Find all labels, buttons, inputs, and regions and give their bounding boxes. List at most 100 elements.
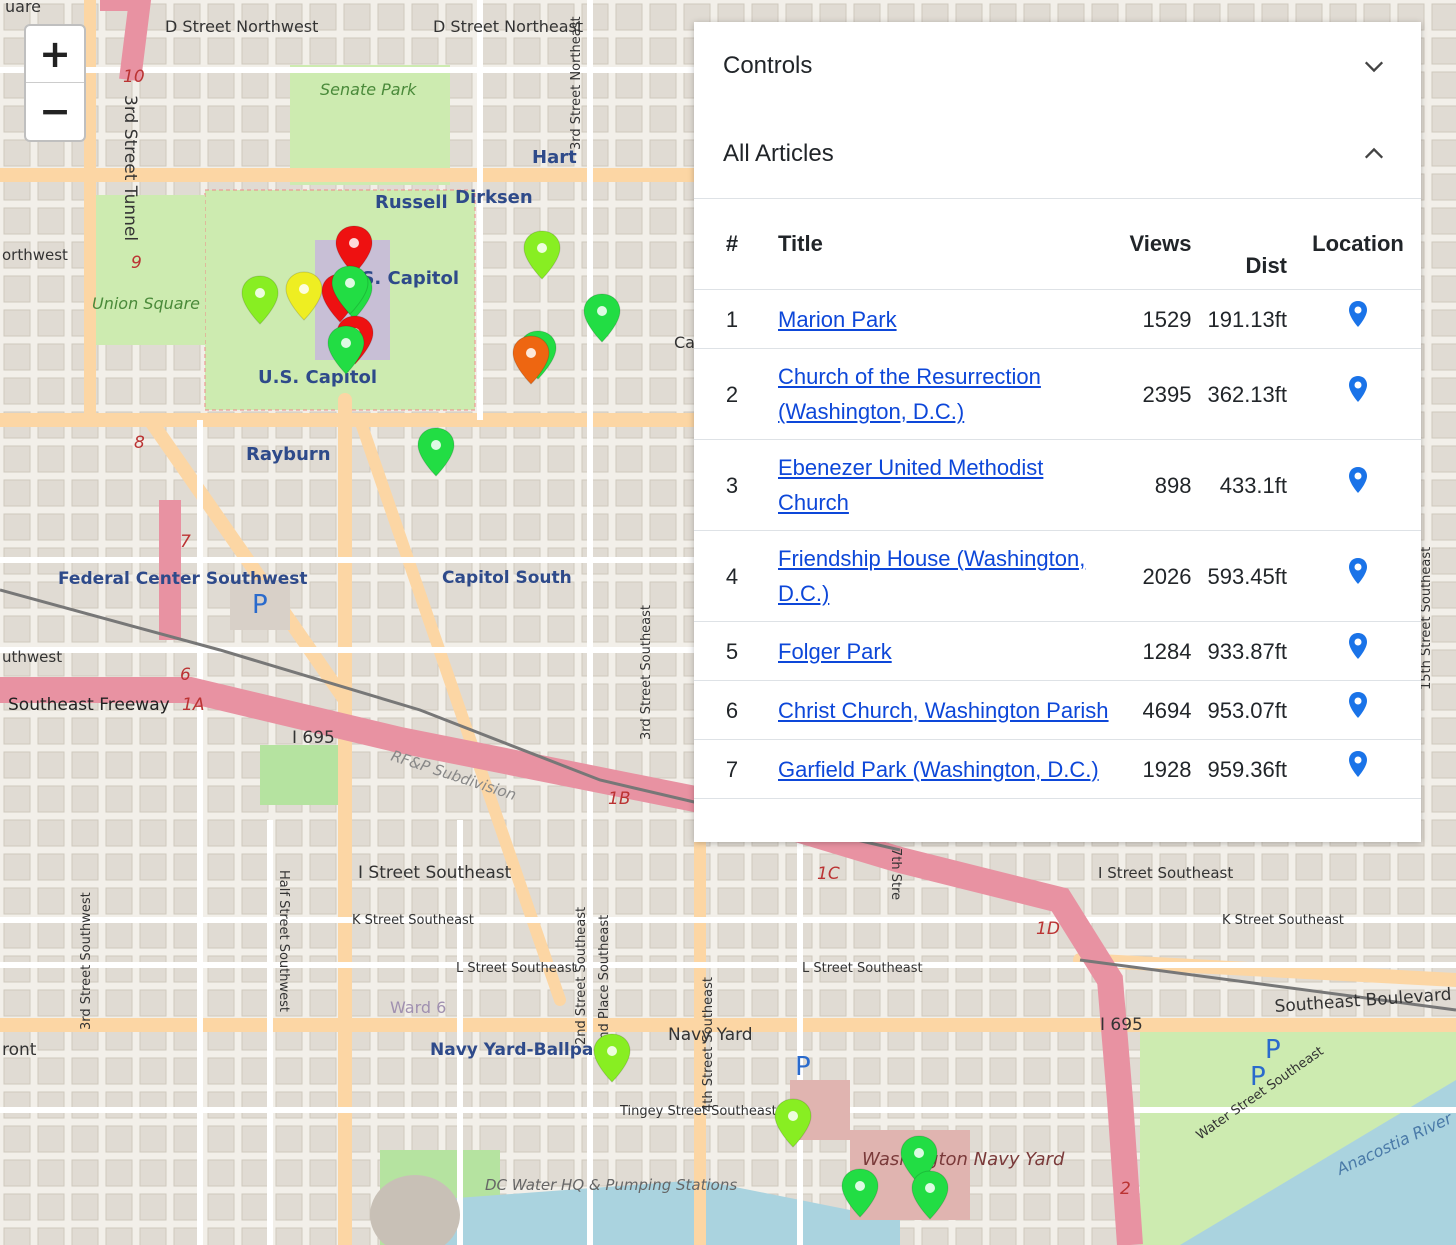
all-articles-accordion-header[interactable]: All Articles [694, 110, 1421, 198]
map-label-southwest: uthwest [2, 648, 62, 666]
row-location [1295, 439, 1421, 531]
article-link[interactable]: Church of the Resurrection (Washington, … [778, 364, 1041, 424]
map-label-dirksen: Dirksen [455, 187, 533, 208]
article-link[interactable]: Marion Park [778, 307, 897, 332]
table-row: 2 Church of the Resurrection (Washington,… [694, 348, 1421, 440]
exit-2: 2 [1120, 1179, 1131, 1199]
map-label-senate-park: Senate Park [320, 80, 417, 99]
row-num: 6 [694, 680, 770, 740]
row-num: 5 [694, 621, 770, 681]
article-link[interactable]: Ebenezer United Methodist Church [778, 455, 1043, 515]
row-num: 2 [694, 348, 770, 440]
map-label-i695-a: I 695 [292, 728, 335, 748]
location-pin-icon[interactable] [1348, 691, 1368, 719]
row-dist: 191.13ft [1199, 289, 1295, 349]
header-title: Title [770, 199, 1122, 290]
row-views: 4694 [1121, 680, 1200, 740]
article-link[interactable]: Garfield Park (Washington, D.C.) [778, 757, 1099, 782]
row-dist: 959.36ft [1199, 739, 1295, 799]
map-label-3rd-street-se: 3rd Street Southeast [639, 605, 654, 740]
row-views: 2026 [1121, 530, 1200, 622]
map-label-se-freeway: Southeast Freeway [8, 695, 170, 715]
header-dist: Dist [1199, 199, 1295, 290]
map-label-2nd-street-se: 2nd Street Southeast [574, 907, 589, 1045]
location-pin-icon[interactable] [1348, 375, 1368, 403]
article-link[interactable]: Christ Church, Washington Parish [778, 698, 1109, 723]
exit-8: 8 [134, 433, 145, 453]
map-label-tingey: Tingey Street Southeast [619, 1104, 777, 1119]
header-views: Views [1121, 199, 1200, 290]
all-articles-label: All Articles [723, 140, 834, 167]
map-label-northwest: orthwest [2, 246, 68, 264]
table-row: 6 Christ Church, Washington Parish 4694 953… [694, 680, 1421, 740]
parking-icon: P [795, 1052, 811, 1082]
map-label-7th-street: 7th Stre [888, 848, 903, 900]
map-label-3rd-street-ne: 3rd Street Northeast [569, 16, 584, 150]
map-label-ward6: Ward 6 [390, 998, 446, 1017]
map-label-russell: Russell [375, 192, 448, 213]
article-link[interactable]: Friendship House (Washington, D.C.) [778, 546, 1085, 606]
zoom-control: + − [24, 24, 86, 142]
row-views: 1529 [1121, 289, 1200, 349]
row-dist: 433.1ft [1199, 439, 1295, 531]
map-label-front: ront [2, 1040, 37, 1060]
header-location: Location [1295, 199, 1421, 290]
exit-6: 6 [180, 665, 191, 685]
row-location [1295, 289, 1421, 349]
parking-icon: P [1265, 1035, 1281, 1065]
articles-table-container[interactable]: # Title Views Dist Location 1 Marion Park… [694, 198, 1421, 843]
side-panel: Controls All Articles # Title Views Dist… [694, 22, 1421, 842]
map-label-half-street-sw: Half Street Southwest [276, 870, 291, 1012]
zoom-in-button[interactable]: + [26, 26, 84, 83]
map-label-rayburn: Rayburn [246, 444, 331, 465]
exit-1a: 1A [182, 695, 204, 715]
location-pin-icon[interactable] [1348, 557, 1368, 585]
row-num: 4 [694, 530, 770, 622]
row-location [1295, 348, 1421, 440]
parking-icon: P [252, 590, 268, 620]
table-row: 3 Ebenezer United Methodist Church 898 433.… [694, 439, 1421, 531]
map-label-square: uare [5, 0, 41, 16]
row-location [1295, 530, 1421, 622]
map-label-union-square: Union Square [92, 294, 200, 313]
location-pin-icon[interactable] [1348, 632, 1368, 660]
location-pin-icon[interactable] [1348, 300, 1368, 328]
map-label-2nd-place-se: 2nd Place Southeast [597, 915, 612, 1048]
row-location [1295, 739, 1421, 799]
exit-1b: 1B [608, 789, 630, 809]
location-pin-icon[interactable] [1348, 466, 1368, 494]
controls-accordion-header[interactable]: Controls [694, 22, 1421, 110]
row-title-cell: Garfield Park (Washington, D.C.) [770, 739, 1122, 799]
exit-1c: 1C [817, 864, 840, 884]
article-link[interactable]: Folger Park [778, 639, 892, 664]
map-label-3rd-street-sw: 3rd Street Southwest [79, 892, 94, 1030]
chevron-down-icon [1364, 61, 1384, 73]
location-pin-icon[interactable] [1348, 750, 1368, 778]
row-views: 2395 [1121, 348, 1200, 440]
map-label-i-street-se-2: I Street Southeast [1098, 864, 1233, 882]
row-dist: 593.45ft [1199, 530, 1295, 622]
map-label-d-street-ne: D Street Northeast [433, 17, 583, 36]
chevron-up-icon [1364, 147, 1384, 159]
zoom-out-button[interactable]: − [26, 83, 84, 139]
map-label-l-street-se-2: L Street Southeast [802, 961, 923, 976]
row-views: 1284 [1121, 621, 1200, 681]
table-row: 1 Marion Park 1529 191.13ft [694, 289, 1421, 349]
row-title-cell: Church of the Resurrection (Washington, … [770, 348, 1122, 440]
map-label-k-street-se-2: K Street Southeast [1222, 913, 1344, 928]
map-label-3rd-street-tunnel: 3rd Street Tunnel [120, 95, 140, 241]
map-label-i-street-se: I Street Southeast [358, 863, 512, 883]
map-label-capitol-south: Capitol South [442, 568, 572, 588]
row-views: 1928 [1121, 739, 1200, 799]
row-location [1295, 621, 1421, 681]
table-row: 4 Friendship House (Washington, D.C.) 2026… [694, 530, 1421, 622]
map-label-15th-street-se: 15th Street Southeast [1419, 547, 1434, 690]
row-dist: 362.13ft [1199, 348, 1295, 440]
row-title-cell: Christ Church, Washington Parish [770, 680, 1122, 740]
map-label-ca: Ca [674, 333, 695, 352]
row-title-cell: Marion Park [770, 289, 1122, 349]
row-title-cell: Ebenezer United Methodist Church [770, 439, 1122, 531]
map-label-capitol-bottom: U.S. Capitol [258, 367, 377, 388]
header-num: # [694, 199, 770, 290]
map-label-washington-navy-yard: Washington Navy Yard [862, 1149, 1065, 1170]
